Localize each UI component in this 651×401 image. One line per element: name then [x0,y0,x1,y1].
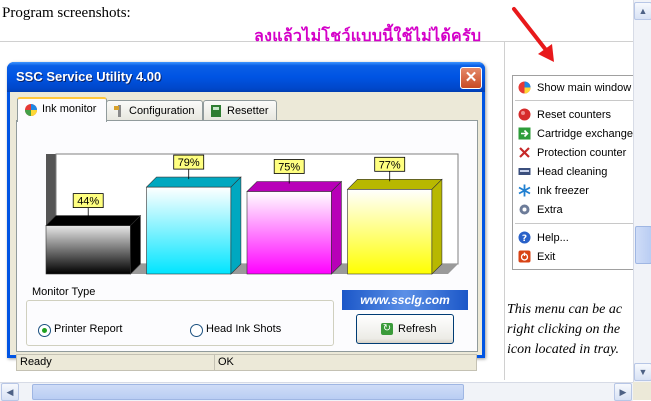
printer-report-label[interactable]: Printer Report [54,323,122,335]
green-arrow-icon [518,127,531,140]
menu-item-cartridge-exchange[interactable]: Cartridge exchange [513,125,637,143]
red-circle-icon [518,108,531,121]
tab-resetter[interactable]: Resetter [203,100,277,121]
menu-item-protection-counter[interactable]: Protection counter [513,144,637,162]
ink-bar-top [346,178,443,190]
ink-bar-side [230,176,242,275]
bar-value-label: 77% [379,159,401,171]
head-ink-shots-label[interactable]: Head Ink Shots [206,323,281,335]
tab-configuration[interactable]: Configuration [106,100,203,121]
side-note: This menu can be ac right clicking on th… [507,300,633,360]
head-ink-shots-radio[interactable] [190,324,203,337]
horizontal-scroll-thumb[interactable] [32,384,464,400]
side-note-line: This menu can be ac [507,302,623,317]
menu-item-label: Head cleaning [537,166,608,178]
menu-item-exit[interactable]: Exit [513,248,637,266]
status-bar: Ready OK [16,354,477,371]
printer-report-radio[interactable] [38,324,51,337]
ink-bar-top [246,181,343,192]
status-right: OK [214,354,477,371]
thai-caption: ลงแล้วไม่โชว์แบบนี้ใช้ไม่ได้ครับ [254,28,482,45]
window-titlebar[interactable]: SSC Service Utility 4.00 ✕ [7,62,485,92]
website-banner[interactable]: www.ssclg.com [342,290,468,310]
tab-label: Configuration [129,105,195,117]
status-left: Ready [16,354,215,371]
tab-ink-monitor[interactable]: Ink monitor [17,97,107,122]
menu-item-show-main-window[interactable]: Show main window [513,79,637,97]
ink-bar-side [431,178,443,275]
gear-icon [519,204,530,215]
printer-head-icon [518,168,531,175]
menu-item-label: Show main window [537,82,632,94]
tab-label: Resetter [227,105,269,117]
ink-bar-cyan [146,186,232,275]
x-icon [519,147,530,158]
tray-context-menu: Show main window Reset counters Cartridg… [512,75,637,270]
ink-bar-magenta [246,191,332,275]
monitor-type-label: Monitor Type [32,286,96,298]
chip-icon [211,105,221,117]
column-divider [504,42,505,380]
menu-separator [515,100,633,101]
ink-drop-icon [518,81,531,94]
vertical-scrollbar[interactable]: ▲ ▼ [633,0,651,382]
horizontal-scrollbar[interactable]: ◀ ▶ [0,382,633,401]
svg-text:?: ? [522,234,527,244]
close-button[interactable]: ✕ [460,67,482,89]
scroll-down-button[interactable]: ▼ [634,363,651,381]
side-note-line: icon located in tray. [507,342,619,357]
monitor-type-group: Printer Report Head Ink Shots [26,300,334,346]
side-note-line: right clicking on the [507,322,621,337]
ink-bar-yellow [347,188,433,275]
ink-drop-icon [25,104,37,116]
window-title: SSC Service Utility 4.00 [16,69,162,84]
scroll-corner [633,382,651,400]
tab-label: Ink monitor [42,103,97,115]
menu-item-extra[interactable]: Extra [513,201,637,219]
menu-item-help[interactable]: ? Help... [513,229,637,247]
menu-item-label: Cartridge exchange [537,128,634,140]
refresh-button[interactable]: ↻ Refresh [356,314,454,344]
menu-item-label: Ink freezer [537,185,589,197]
scroll-up-button[interactable]: ▲ [634,2,651,20]
bar-value-label: 44% [77,196,99,208]
exit-icon [518,250,531,263]
red-arrow-annotation [512,7,554,62]
bar-value-label: 79% [178,157,200,169]
scroll-right-button[interactable]: ▶ [614,383,632,401]
menu-item-label: Help... [537,232,569,244]
menu-item-ink-freezer[interactable]: Ink freezer [513,182,637,200]
help-icon: ? [518,231,531,244]
page-heading: Program screenshots: [2,5,131,21]
ink-bar-black [45,225,131,275]
menu-item-label: Extra [537,204,563,216]
menu-item-label: Exit [537,251,556,263]
tools-icon [114,105,121,117]
ink-bar-top [145,176,242,188]
ssc-utility-window: SSC Service Utility 4.00 ✕ Ink monitor C… [7,62,485,371]
bar-value-label: 75% [278,162,300,174]
refresh-label: Refresh [398,323,437,335]
menu-item-label: Reset counters [537,109,611,121]
ink-bar-side [130,214,141,275]
menu-item-reset-counters[interactable]: Reset counters [513,106,637,124]
menu-item-label: Protection counter [537,147,627,159]
ink-bar-side [331,180,342,275]
ink-bar-top [45,215,142,226]
scroll-left-button[interactable]: ◀ [1,383,19,401]
snowflake-icon [518,184,531,197]
refresh-icon: ↻ [381,323,393,335]
window-client: Ink monitor Configuration Resetter 44% 79… [10,92,482,371]
menu-item-head-cleaning[interactable]: Head cleaning [513,163,637,181]
ink-level-chart: 44% 79% 75% 77% [45,153,459,275]
menu-separator [515,223,633,224]
vertical-scroll-thumb[interactable] [635,226,651,264]
